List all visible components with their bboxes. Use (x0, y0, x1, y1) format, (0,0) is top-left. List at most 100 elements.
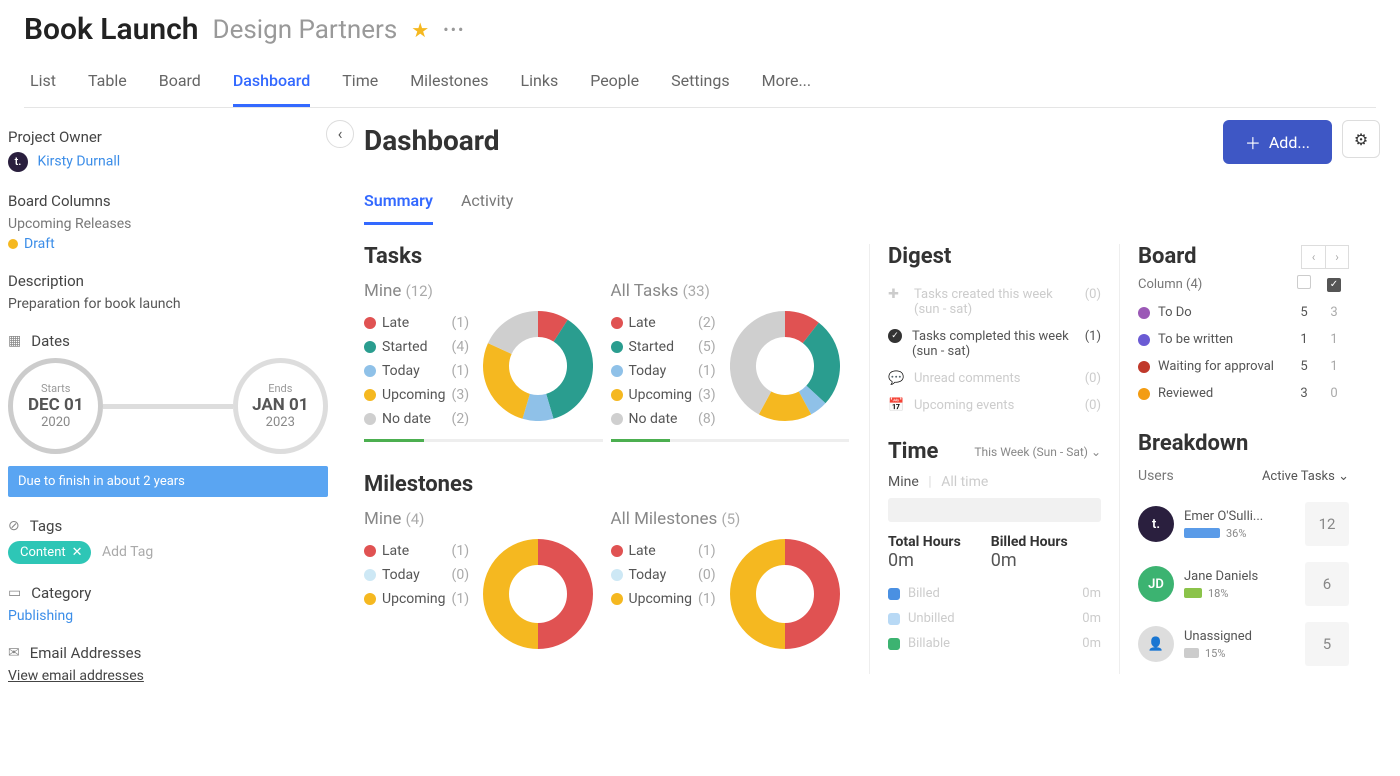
legend-count: (0) (698, 567, 716, 583)
chart-legend: Late (1) Today (0) Upcoming (1) (364, 539, 469, 611)
legend-row: Late (1) (611, 539, 716, 563)
legend-count: (0) (452, 567, 470, 583)
nav-tabs: List Table Board Dashboard Time Milestones Lin… (24, 63, 1376, 108)
add-button[interactable]: ＋Add... (1223, 120, 1332, 164)
legend-name: Late (629, 315, 693, 331)
task-count: 6 (1305, 562, 1349, 606)
breakdown-title: Breakdown (1138, 431, 1349, 456)
legend-row: Today (1) (364, 359, 469, 383)
date-end-circle[interactable]: Ends JAN 01 2023 (233, 358, 328, 454)
breakdown-row[interactable]: 👤 Unassigned 15% 5 (1138, 614, 1349, 674)
time-range-select[interactable]: This Week (Sun - Sat) ⌄ (974, 445, 1101, 459)
tags-label: Tags (30, 517, 62, 535)
owner-name[interactable]: Kirsty Durnall (37, 154, 120, 170)
board-title: Board (1138, 244, 1196, 269)
column-dot-icon (1138, 361, 1150, 373)
board-row[interactable]: To Do 5 3 (1138, 299, 1349, 326)
legend-name: Today (382, 363, 446, 379)
nav-tab-list[interactable]: List (30, 63, 56, 107)
user-name: Jane Daniels (1184, 569, 1295, 584)
nav-tab-links[interactable]: Links (520, 63, 558, 107)
nav-tab-settings[interactable]: Settings (671, 63, 729, 107)
legend-name: Upcoming (382, 591, 446, 607)
digest-title: Digest (888, 244, 1101, 269)
digest-item[interactable]: ✓Tasks completed this week (sun - sat)(1… (888, 323, 1101, 365)
digest-item[interactable]: 📅Upcoming events(0) (888, 392, 1101, 419)
tag-chip[interactable]: Content✕ (8, 541, 91, 564)
more-icon[interactable]: ••• (443, 20, 465, 39)
tag-icon: ⊘ (8, 518, 20, 534)
legend-dot-icon (364, 317, 376, 329)
subtab-summary[interactable]: Summary (364, 185, 433, 225)
time-tab-mine[interactable]: Mine (888, 474, 919, 490)
project-subtitle: Design Partners (213, 15, 398, 45)
legend-count: (1) (698, 363, 716, 379)
pane-title: Mine (12) (364, 281, 603, 301)
digest-item[interactable]: ✚Tasks created this week (sun - sat)(0) (888, 281, 1101, 323)
legend-row: Upcoming (1) (611, 587, 716, 611)
nav-tab-people[interactable]: People (590, 63, 639, 107)
checkbox-checked-icon: ✓ (1327, 278, 1341, 292)
chevron-down-icon: ⌄ (1338, 469, 1349, 484)
legend-row: No date (8) (611, 407, 716, 431)
user-name: Emer O'Sulli... (1184, 509, 1295, 524)
legend-dot-icon (364, 413, 376, 425)
date-start-circle[interactable]: Starts DEC 01 2020 (8, 358, 103, 454)
pane-title: Mine (4) (364, 509, 603, 529)
breakdown-row[interactable]: JD Jane Daniels 18% 6 (1138, 554, 1349, 614)
category-link[interactable]: Publishing (8, 608, 328, 624)
tag-remove-icon[interactable]: ✕ (72, 545, 83, 560)
legend-count: (3) (698, 387, 716, 403)
nav-tab-board[interactable]: Board (159, 63, 201, 107)
board-status[interactable]: Draft (24, 236, 55, 252)
board-prev-button[interactable]: ‹ (1301, 245, 1325, 269)
legend-name: Started (629, 339, 693, 355)
board-columns-sub: Upcoming Releases (8, 216, 328, 232)
legend-dot-icon (611, 317, 623, 329)
legend-count: (1) (698, 591, 716, 607)
legend-dot-icon (611, 593, 623, 605)
donut-chart (483, 311, 593, 421)
breakdown-users-label: Users (1138, 468, 1174, 484)
description-text: Preparation for book launch (8, 296, 328, 312)
digest-item[interactable]: 💬Unread comments(0) (888, 365, 1101, 392)
legend-dot-icon (611, 341, 623, 353)
legend-dot-icon (364, 593, 376, 605)
nav-tab-dashboard[interactable]: Dashboard (233, 63, 310, 107)
legend-dot-icon (364, 365, 376, 377)
legend-row: Late (1) (364, 539, 469, 563)
legend-name: Today (382, 567, 446, 583)
breakdown-select[interactable]: Active Tasks ⌄ (1262, 469, 1349, 484)
nav-tab-time[interactable]: Time (342, 63, 378, 107)
board-row[interactable]: Reviewed 3 0 (1138, 380, 1349, 407)
nav-tab-more[interactable]: More... (762, 63, 812, 107)
progress-bar (611, 439, 850, 442)
board-next-button[interactable]: › (1325, 245, 1349, 269)
add-tag[interactable]: Add Tag (102, 544, 153, 560)
donut-chart (730, 539, 840, 649)
star-icon[interactable]: ★ (411, 18, 429, 42)
board-row[interactable]: Waiting for approval 5 1 (1138, 353, 1349, 380)
legend-name: Late (382, 543, 446, 559)
legend-row: Upcoming (3) (364, 383, 469, 407)
total-hours-label: Total Hours (888, 534, 961, 550)
calendar-icon: ▦ (8, 333, 21, 349)
settings-button[interactable]: ⚙ (1342, 120, 1380, 158)
task-count: 12 (1305, 502, 1349, 546)
nav-tab-table[interactable]: Table (88, 63, 127, 107)
time-legend-row: Unbilled 0m (888, 606, 1101, 631)
dates-label: Dates (31, 332, 70, 350)
time-legend-row: Billable 0m (888, 631, 1101, 656)
user-avatar: 👤 (1138, 626, 1174, 662)
board-row[interactable]: To be written 1 1 (1138, 326, 1349, 353)
subtab-activity[interactable]: Activity (461, 185, 513, 225)
collapse-sidebar-button[interactable]: ‹ (326, 120, 354, 148)
legend-count: (1) (452, 363, 470, 379)
legend-name: Upcoming (382, 387, 446, 403)
legend-dot-icon (611, 569, 623, 581)
view-emails-link[interactable]: View email addresses (8, 668, 328, 684)
nav-tab-milestones[interactable]: Milestones (410, 63, 488, 107)
time-tab-all[interactable]: All time (941, 474, 988, 490)
breakdown-row[interactable]: t. Emer O'Sulli... 36% 12 (1138, 494, 1349, 554)
tasks-title: Tasks (364, 244, 849, 269)
